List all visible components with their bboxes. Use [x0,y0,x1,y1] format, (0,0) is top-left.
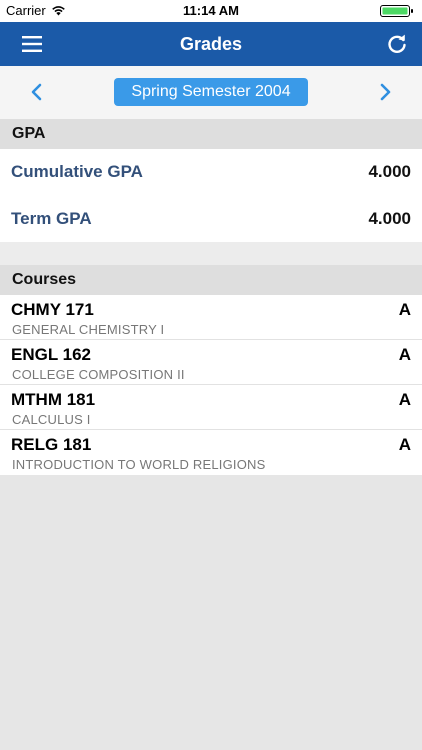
course-title: GENERAL CHEMISTRY I [12,322,165,337]
course-grade: A [398,300,411,319]
course-row[interactable]: CHMY 171 A GENERAL CHEMISTRY I [0,295,422,340]
chevron-right-icon[interactable] [376,82,394,102]
gpa-panel: Cumulative GPA 4.000 Term GPA 4.000 [0,149,422,242]
cumulative-gpa-row: Cumulative GPA 4.000 [0,149,422,195]
semester-selector: Spring Semester 2004 [0,66,422,119]
course-row[interactable]: RELG 181 A INTRODUCTION TO WORLD RELIGIO… [0,430,422,475]
course-code: MTHM 181 [11,390,96,409]
course-grade: A [398,345,411,364]
course-title: CALCULUS I [12,412,91,427]
course-grade: A [398,390,411,409]
section-spacer [0,242,422,265]
courses-section-title: Courses [12,271,77,288]
battery-icon [380,5,413,17]
nav-bar: Grades [0,22,422,66]
gpa-value: 4.000 [368,209,411,228]
course-row[interactable]: MTHM 181 A CALCULUS I [0,385,422,430]
refresh-icon[interactable] [386,33,408,55]
chevron-left-icon[interactable] [28,82,46,102]
semester-button[interactable]: Spring Semester 2004 [114,78,308,106]
gpa-label: Cumulative GPA [11,162,143,181]
course-title: COLLEGE COMPOSITION II [12,367,185,382]
gpa-value: 4.000 [368,162,411,181]
course-code: RELG 181 [11,435,92,454]
gpa-label: Term GPA [11,209,92,228]
course-title: INTRODUCTION TO WORLD RELIGIONS [12,457,266,472]
gpa-section-title: GPA [12,125,46,142]
status-time: 11:14 AM [183,3,239,18]
page-title: Grades [179,34,243,54]
course-code: ENGL 162 [11,345,92,364]
gpa-section-header: GPA [0,119,422,149]
course-row[interactable]: ENGL 162 A COLLEGE COMPOSITION II [0,340,422,385]
course-code: CHMY 171 [11,300,94,319]
status-bar: Carrier 11:14 AM [0,0,422,22]
term-gpa-row: Term GPA 4.000 [0,196,422,242]
course-grade: A [398,435,411,454]
courses-list: CHMY 171 A GENERAL CHEMISTRY I ENGL 162 … [0,295,422,475]
courses-section-header: Courses [0,265,422,295]
